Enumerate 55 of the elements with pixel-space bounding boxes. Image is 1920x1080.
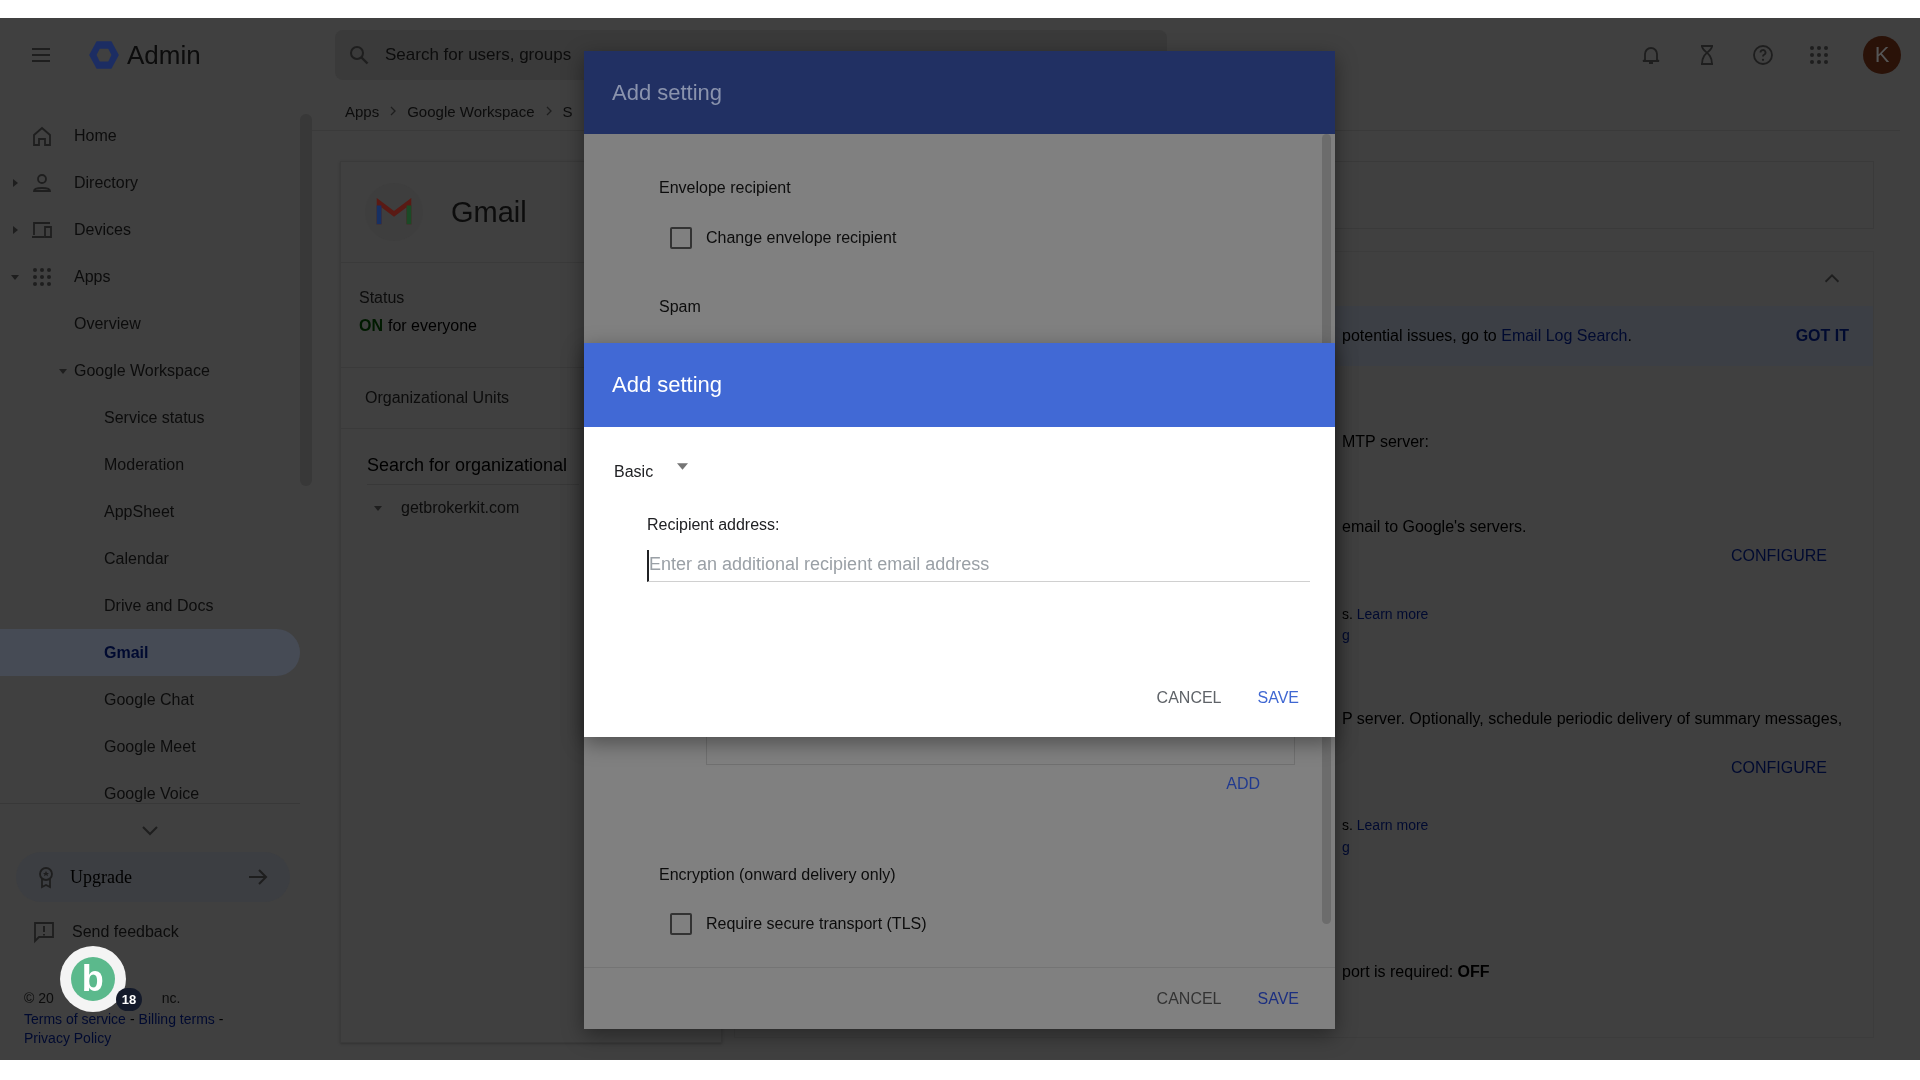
separator-text: -: [129, 1010, 135, 1029]
dialog-title: Add setting: [612, 79, 723, 106]
dropdown-caret-icon: [677, 463, 689, 470]
learn-more-link[interactable]: Learn more: [1356, 817, 1429, 833]
footer-link[interactable]: Privacy Policy: [24, 1029, 112, 1048]
section-heading: Encryption (onward delivery only): [659, 865, 896, 885]
setting-text: port is required: OFF: [1342, 962, 1490, 982]
link[interactable]: g: [1342, 837, 1350, 857]
envelope-m-icon: [375, 198, 413, 226]
footer-link[interactable]: Terms of service: [24, 1010, 126, 1029]
expand-arrow-icon[interactable]: [10, 177, 20, 188]
cancel-button[interactable]: CANCEL: [1156, 689, 1222, 707]
email-log-link[interactable]: Email Log Search: [1501, 327, 1628, 344]
checkbox-label: Require secure transport (TLS): [706, 915, 927, 933]
status-text: for everyone: [388, 317, 477, 335]
checkbox[interactable]: [670, 913, 692, 935]
checkbox-label: Change envelope recipient: [706, 229, 897, 247]
link[interactable]: g: [1342, 625, 1350, 645]
expand-arrow-icon[interactable]: [10, 224, 20, 235]
expand-arrow-icon[interactable]: [373, 503, 383, 513]
hexagon-logo-icon: [87, 38, 121, 72]
description-text: s. Learn more: [1342, 605, 1429, 624]
avatar[interactable]: K: [1863, 36, 1901, 74]
status-state: ON: [359, 317, 383, 335]
search-icon: [347, 43, 371, 67]
separator-text: -: [218, 1010, 224, 1029]
field-label: Recipient address:: [647, 516, 780, 534]
feedback-icon[interactable]: [32, 920, 56, 944]
nav-item[interactable]: Gmail: [0, 629, 300, 676]
setting-text: MTP server:: [1342, 432, 1429, 452]
banner-text: potential issues, go to Email Log Search.: [1342, 327, 1632, 345]
widget-logo: b: [70, 957, 115, 1001]
help-icon[interactable]: [1751, 43, 1775, 67]
search-field[interactable]: Search for organizational: [367, 447, 579, 485]
got-it-button[interactable]: GOT IT: [1795, 327, 1849, 345]
checkbox[interactable]: [670, 227, 692, 249]
add-button[interactable]: ADD: [1226, 775, 1260, 793]
save-button[interactable]: SAVE: [1257, 989, 1299, 1008]
dropdown[interactable]: Basic: [614, 463, 689, 481]
cancel-button[interactable]: CANCEL: [1156, 989, 1222, 1008]
recipient-input[interactable]: Enter an additional recipient email address: [647, 550, 1310, 582]
configure-button[interactable]: CONFIGURE: [1731, 759, 1827, 777]
configure-button[interactable]: CONFIGURE: [1731, 547, 1827, 565]
count-badge: 18: [115, 988, 143, 1011]
upgrade-button[interactable]: Upgrade: [16, 852, 290, 902]
setting-text: email to Google's servers.: [1342, 517, 1527, 537]
apps-grid-icon[interactable]: [1807, 43, 1831, 67]
description-text: s. Learn more: [1342, 816, 1429, 835]
footer-link[interactable]: Billing terms: [138, 1010, 215, 1029]
setting-text: P server. Optionally, schedule periodic delivery of summary messages,: [1342, 709, 1843, 729]
section-heading: Envelope recipient: [659, 178, 791, 198]
section-heading: Spam: [659, 297, 701, 317]
save-button[interactable]: SAVE: [1257, 689, 1299, 707]
dialog-title: Add setting: [612, 372, 723, 398]
learn-more-link[interactable]: Learn more: [1356, 606, 1429, 622]
